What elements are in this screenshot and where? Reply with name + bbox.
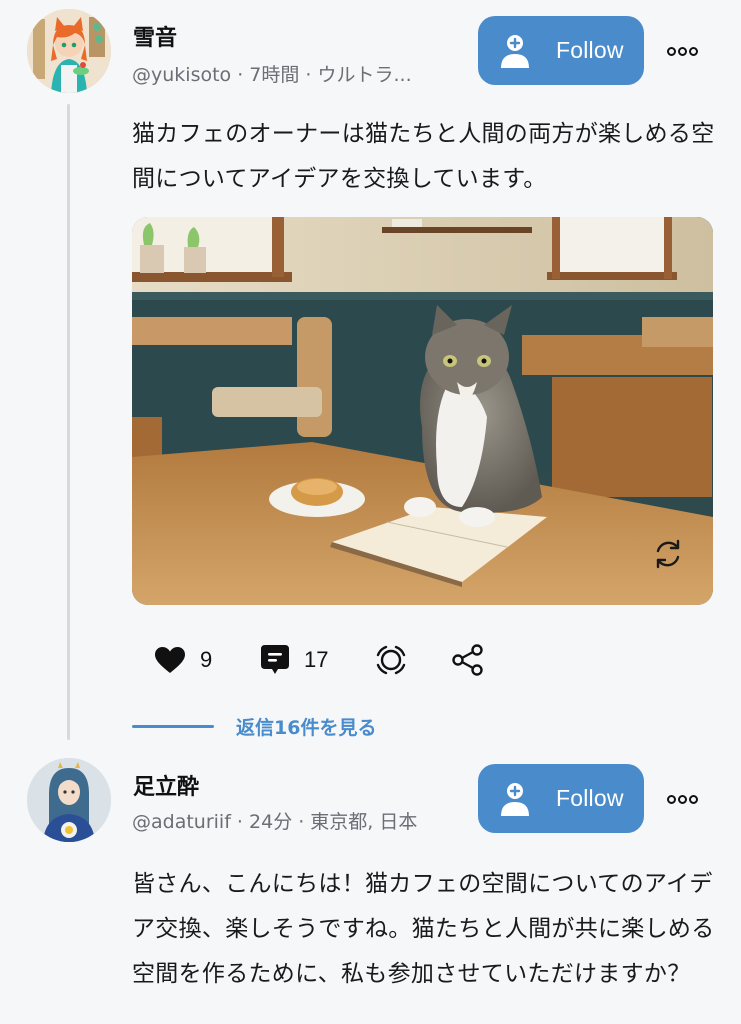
author-meta: @adaturiif · 24分 · 東京都, 日本 bbox=[132, 811, 418, 833]
thread-line bbox=[67, 104, 70, 740]
comment-icon bbox=[261, 645, 289, 674]
share-icon bbox=[452, 644, 483, 676]
author-name[interactable]: 雪音 bbox=[133, 20, 177, 52]
more-options-icon[interactable] bbox=[667, 44, 699, 58]
author-name[interactable]: 足立酔 bbox=[133, 769, 199, 801]
regenerate-icon[interactable] bbox=[651, 537, 685, 571]
follow-button[interactable]: Follow bbox=[478, 16, 644, 85]
view-replies-link[interactable]: 返信16件を見る bbox=[132, 710, 376, 742]
comment-count: 17 bbox=[304, 647, 329, 672]
follow-label: Follow bbox=[556, 785, 624, 811]
post-image[interactable] bbox=[132, 217, 713, 605]
avatar[interactable] bbox=[27, 9, 111, 93]
author-meta: @yukisoto · 7時間 · ウルトラ... bbox=[132, 64, 412, 86]
add-user-icon bbox=[500, 33, 530, 69]
post-text: 皆さん、こんにちは！猫カフェの空間についてのアイデア交換、楽しそうですね。猫たち… bbox=[132, 871, 715, 987]
add-user-icon bbox=[500, 781, 530, 817]
blue-hair-girl-avatar-icon bbox=[27, 758, 111, 842]
view-replies-label: 返信16件を見る bbox=[236, 716, 377, 739]
like-button[interactable]: 9 bbox=[154, 640, 212, 680]
follow-button[interactable]: Follow bbox=[478, 764, 644, 833]
cat-cafe-photo bbox=[132, 217, 713, 605]
like-count: 9 bbox=[200, 647, 213, 672]
comment-button[interactable]: 17 bbox=[260, 640, 328, 680]
more-options-icon[interactable] bbox=[667, 792, 699, 806]
anime-cat-girl-avatar-icon bbox=[27, 9, 111, 93]
post-text: 猫カフェのオーナーは猫たちと人間の両方が楽しめる空間についてアイデアを交換してい… bbox=[132, 121, 715, 192]
replies-divider bbox=[132, 724, 214, 728]
repost-button[interactable] bbox=[374, 640, 408, 680]
follow-label: Follow bbox=[556, 37, 624, 63]
avatar[interactable] bbox=[27, 758, 111, 842]
share-button[interactable] bbox=[452, 640, 484, 680]
repost-icon bbox=[376, 645, 406, 675]
heart-icon bbox=[155, 647, 185, 673]
